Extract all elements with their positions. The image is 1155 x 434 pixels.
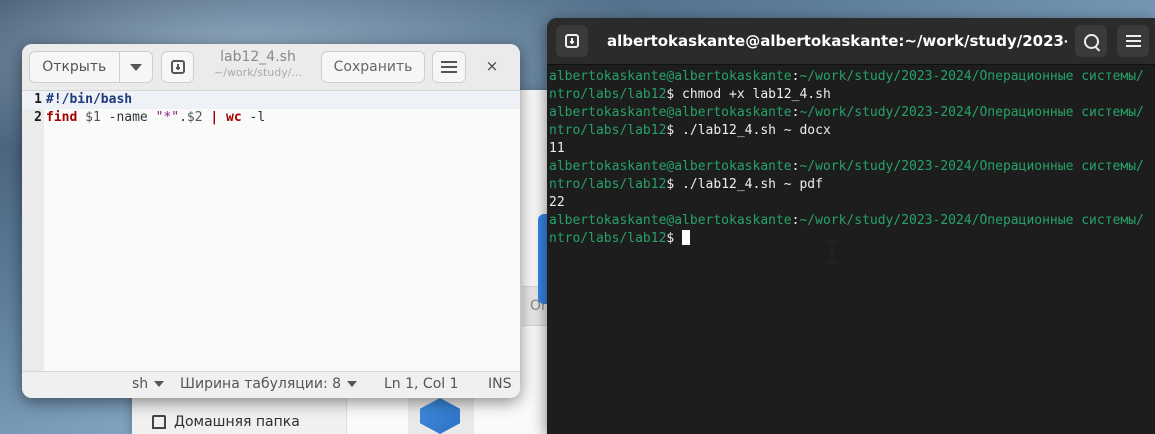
- terminal-menu-button[interactable]: [1117, 25, 1149, 57]
- sidebar-item-home-label: Домашняя папка: [174, 414, 300, 430]
- document-title-block: lab12_4.sh ~/work/study/...: [202, 49, 314, 79]
- hamburger-icon: [441, 61, 457, 73]
- line-number: 1: [34, 92, 42, 107]
- terminal-line: albertokaskante@albertokaskante:~/work/s…: [549, 104, 1155, 122]
- code-token: .: [179, 110, 187, 125]
- chevron-down-icon: [129, 63, 142, 71]
- cursor-position[interactable]: Ln 1, Col 1: [384, 376, 459, 392]
- main-menu-button[interactable]: [432, 51, 466, 83]
- terminal-headerbar: albertokaskante@albertokaskante:~/work/s…: [547, 18, 1155, 65]
- cursor-position-label: Ln 1, Col 1: [384, 376, 459, 392]
- code-text: #!/bin/bash: [46, 91, 132, 109]
- prompt-command: $ ./lab12_4.sh ~ docx: [666, 123, 831, 138]
- new-tab-icon: [170, 60, 185, 74]
- new-tab-icon: [565, 34, 579, 48]
- prompt-user-host: albertokaskante@albertokaskante: [549, 213, 792, 228]
- terminal-line: albertokaskante@albertokaskante:~/work/s…: [549, 68, 1155, 86]
- new-terminal-tab-button[interactable]: [556, 25, 588, 57]
- hamburger-icon: [1125, 35, 1141, 47]
- close-window-button[interactable]: ×: [482, 56, 502, 76]
- terminal-line: ntro/labs/lab12$ ./lab12_4.sh ~ pdf: [549, 176, 1155, 194]
- prompt-user-host: albertokaskante@albertokaskante: [549, 105, 792, 120]
- terminal-output[interactable]: albertokaskante@albertokaskante:~/work/s…: [549, 68, 1155, 248]
- sidebar-item-home[interactable]: Домашняя папка: [152, 410, 300, 434]
- terminal-search-button[interactable]: [1075, 25, 1107, 57]
- prompt-path: ntro/labs/lab12: [549, 177, 667, 192]
- terminal-cursor: [682, 230, 691, 245]
- code-text: find $1 -name "*".$2 | wc -l: [46, 109, 265, 127]
- code-line[interactable]: 1 #!/bin/bash: [22, 91, 520, 109]
- save-button[interactable]: Сохранить: [321, 51, 425, 83]
- insert-mode-label: INS: [488, 376, 512, 392]
- terminal-window: albertokaskante@albertokaskante:~/work/s…: [547, 18, 1155, 434]
- code-line[interactable]: 2 find $1 -name "*".$2 | wc -l: [22, 109, 520, 127]
- prompt-command: $ chmod +x lab12_4.sh: [666, 87, 831, 102]
- prompt-path: ~/work/study/2023-2024/Операционные сист…: [799, 159, 1144, 174]
- terminal-line: ntro/labs/lab12$ chmod +x lab12_4.sh: [549, 86, 1155, 104]
- editor-statusbar: sh Ширина табуляции: 8 Ln 1, Col 1 INS: [22, 371, 520, 398]
- language-label: sh: [132, 376, 149, 392]
- text-editor-window: Открыть lab12_4.sh ~/work/study/... Сохр…: [22, 44, 520, 398]
- terminal-line: ntro/labs/lab12$: [549, 230, 1155, 248]
- command-output: 22: [549, 195, 565, 210]
- code-token: -l: [241, 110, 266, 125]
- line-number-gutter: [22, 91, 44, 371]
- terminal-title: albertokaskante@albertokaskante:~/work/s…: [607, 32, 1067, 50]
- search-icon: [1083, 33, 1099, 49]
- language-selector[interactable]: sh: [132, 376, 165, 392]
- terminal-line: ntro/labs/lab12$ ./lab12_4.sh ~ docx: [549, 122, 1155, 140]
- code-token: "*": [155, 110, 180, 125]
- prompt-path: ntro/labs/lab12: [549, 231, 667, 246]
- chevron-down-icon: [154, 381, 165, 387]
- open-button-group: Открыть: [29, 51, 153, 83]
- code-token: $2: [186, 110, 203, 125]
- prompt-path: ~/work/study/2023-2024/Операционные сист…: [799, 105, 1144, 120]
- text-cursor-ibeam-icon: [827, 240, 837, 264]
- open-button[interactable]: Открыть: [30, 59, 119, 75]
- terminal-line: albertokaskante@albertokaskante:~/work/s…: [549, 212, 1155, 230]
- prompt-path: ~/work/study/2023-2024/Операционные сист…: [799, 213, 1144, 228]
- editor-headerbar: Открыть lab12_4.sh ~/work/study/... Сохр…: [22, 44, 520, 91]
- open-recent-dropdown[interactable]: [120, 63, 152, 71]
- document-path: ~/work/study/...: [214, 66, 302, 79]
- code-token: $1: [85, 110, 101, 125]
- terminal-line: 11: [549, 140, 1155, 158]
- chevron-down-icon: [347, 381, 358, 387]
- code-token: find: [46, 110, 78, 125]
- home-icon: [152, 415, 166, 429]
- code-token: -name: [100, 110, 156, 125]
- code-editor[interactable]: 1 #!/bin/bash 2 find $1 -name "*".$2 | wc -…: [22, 91, 520, 371]
- prompt-command: $ ./lab12_4.sh ~ pdf: [666, 177, 823, 192]
- code-token: wc: [226, 110, 242, 125]
- command-output: 11: [549, 141, 565, 156]
- prompt-path: ~/work/study/2023-2024/Операционные сист…: [799, 69, 1144, 84]
- code-token: #!/bin/bash: [46, 92, 133, 107]
- tab-width-selector[interactable]: Ширина табуляции: 8: [180, 376, 358, 392]
- new-tab-button[interactable]: [161, 51, 194, 83]
- prompt-user-host: albertokaskante@albertokaskante: [549, 159, 792, 174]
- tab-width-label: Ширина табуляции: 8: [180, 376, 342, 392]
- document-title: lab12_4.sh: [220, 49, 296, 65]
- line-number: 2: [34, 110, 42, 125]
- prompt-path: ntro/labs/lab12: [549, 87, 667, 102]
- prompt-user-host: albertokaskante@albertokaskante: [549, 69, 792, 84]
- terminal-line: albertokaskante@albertokaskante:~/work/s…: [549, 158, 1155, 176]
- insert-mode: INS: [488, 376, 512, 392]
- prompt-path: ntro/labs/lab12: [549, 123, 667, 138]
- terminal-line: 22: [549, 194, 1155, 212]
- prompt-command: $: [666, 231, 683, 246]
